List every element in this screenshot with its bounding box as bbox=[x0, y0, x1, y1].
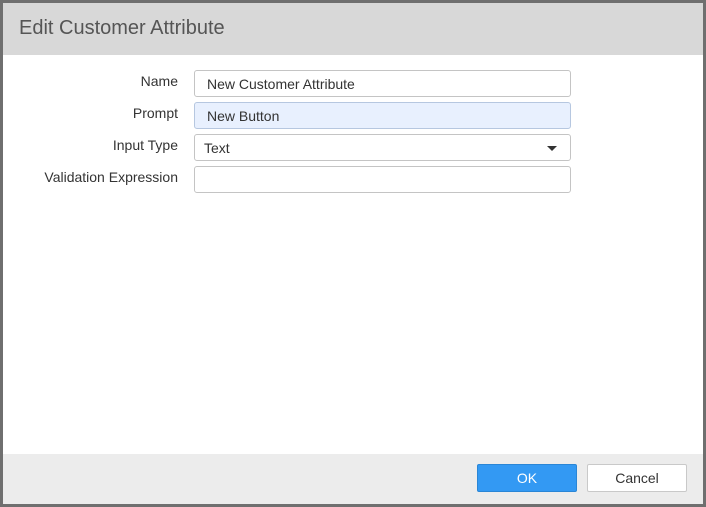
prompt-input[interactable] bbox=[194, 102, 571, 129]
dialog-footer: OK Cancel bbox=[3, 454, 703, 504]
validation-expression-row: Validation Expression bbox=[3, 166, 703, 194]
edit-customer-attribute-dialog: Edit Customer Attribute Name Prompt Inpu… bbox=[3, 3, 703, 504]
dialog-title: Edit Customer Attribute bbox=[19, 17, 225, 39]
dialog-titlebar: Edit Customer Attribute bbox=[3, 3, 703, 55]
name-label: Name bbox=[140, 73, 178, 89]
input-type-selected-value: Text bbox=[204, 140, 230, 156]
prompt-label: Prompt bbox=[132, 105, 178, 121]
validation-expression-label: Validation Expression bbox=[44, 169, 178, 185]
name-input[interactable] bbox=[194, 70, 571, 97]
input-type-label: Input Type bbox=[112, 137, 178, 153]
name-row: Name bbox=[3, 70, 703, 98]
prompt-row: Prompt bbox=[3, 102, 703, 130]
input-type-row: Input Type Text bbox=[3, 134, 703, 162]
input-type-select[interactable]: Text bbox=[194, 134, 571, 161]
chevron-down-icon bbox=[547, 146, 557, 151]
cancel-button[interactable]: Cancel bbox=[587, 464, 687, 492]
ok-button[interactable]: OK bbox=[477, 464, 577, 492]
validation-expression-input[interactable] bbox=[194, 166, 571, 193]
